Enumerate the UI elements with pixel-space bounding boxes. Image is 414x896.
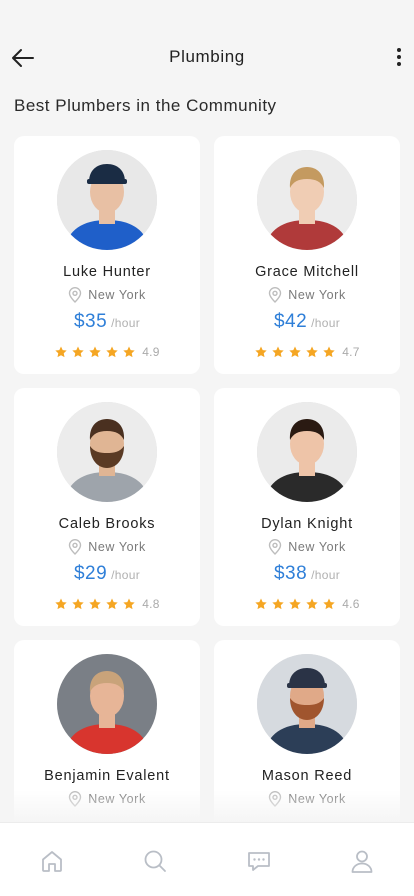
avatar	[257, 654, 357, 754]
star-icon	[89, 598, 101, 610]
rating: 4.7	[214, 345, 400, 359]
location-pin-icon	[268, 791, 282, 807]
location-label: New York	[288, 540, 346, 554]
portrait-image	[257, 402, 357, 502]
plumber-name: Grace Mitchell	[255, 264, 359, 280]
nav-profile[interactable]	[348, 847, 376, 875]
star-icon	[255, 346, 267, 358]
rating-score: 4.6	[342, 597, 360, 611]
price-amount: $29	[73, 563, 108, 584]
price-unit: /hour	[111, 316, 141, 330]
rating-score: 4.8	[142, 597, 160, 611]
plumber-name: Caleb Brooks	[58, 516, 156, 532]
rating: 4.6	[214, 597, 400, 611]
more-dot-icon	[397, 55, 401, 59]
location-pin-icon	[268, 287, 282, 303]
plumber-name: Dylan Knight	[261, 516, 353, 532]
location-pin-icon	[68, 539, 82, 555]
top-app-bar: Plumbing	[0, 0, 414, 90]
more-options-button[interactable]	[394, 45, 404, 69]
plumber-card[interactable]: Caleb Brooks New York $29/hour 4.8	[14, 388, 200, 626]
star-icon	[55, 598, 67, 610]
nav-home[interactable]	[38, 847, 66, 875]
portrait-image	[257, 150, 357, 250]
location-pin-icon	[68, 791, 82, 807]
portrait-image	[257, 654, 357, 754]
star-icon	[106, 346, 118, 358]
location: New York	[14, 791, 200, 807]
location: New York	[14, 539, 200, 555]
plumber-name: Mason Reed	[261, 768, 353, 784]
hourly-price: $29/hour	[14, 563, 200, 585]
price-unit: /hour	[111, 568, 141, 582]
price-unit: /hour	[311, 316, 341, 330]
more-dot-icon	[397, 48, 401, 52]
star-icon	[72, 598, 84, 610]
hourly-price: $35/hour	[14, 311, 200, 333]
home-icon	[41, 851, 62, 872]
star-icon	[255, 598, 267, 610]
star-icon	[72, 346, 84, 358]
location-label: New York	[88, 792, 146, 806]
more-dot-icon	[397, 62, 401, 66]
bottom-navigation	[0, 822, 414, 896]
star-icon	[106, 598, 118, 610]
star-icon	[289, 346, 301, 358]
plumber-card[interactable]: Grace Mitchell New York $42/hour 4.7	[214, 136, 400, 374]
rating-score: 4.9	[142, 345, 160, 359]
hourly-price: $38/hour	[214, 563, 400, 585]
page-title: Plumbing	[169, 47, 245, 66]
location-label: New York	[88, 540, 146, 554]
rating: 4.9	[14, 345, 200, 359]
price-amount: $42	[273, 311, 308, 332]
hourly-price: $42/hour	[214, 311, 400, 333]
section-title: Best Plumbers in the Community	[14, 96, 277, 115]
search-icon	[144, 850, 167, 872]
star-icon	[289, 598, 301, 610]
location: New York	[214, 287, 400, 303]
plumber-name: Benjamin Evalent	[44, 768, 170, 784]
star-icon	[89, 346, 101, 358]
star-icon	[323, 598, 335, 610]
star-icon	[323, 346, 335, 358]
portrait-image	[57, 654, 157, 754]
plumber-card[interactable]: Dylan Knight New York $38/hour 4.6	[214, 388, 400, 626]
avatar	[257, 150, 357, 250]
location: New York	[14, 287, 200, 303]
avatar	[57, 150, 157, 250]
portrait-image	[57, 402, 157, 502]
star-icon	[306, 346, 318, 358]
nav-search[interactable]	[141, 847, 169, 875]
location-label: New York	[88, 288, 146, 302]
avatar	[57, 402, 157, 502]
plumber-card[interactable]: Luke Hunter New York $35/hour 4.9	[14, 136, 200, 374]
star-icon	[306, 598, 318, 610]
avatar	[257, 402, 357, 502]
profile-icon	[351, 850, 373, 873]
rating: 4.8	[14, 597, 200, 611]
nav-messages[interactable]	[245, 847, 273, 875]
location: New York	[214, 539, 400, 555]
star-icon	[272, 346, 284, 358]
star-icon	[55, 346, 67, 358]
rating-score: 4.7	[342, 345, 360, 359]
star-icon	[123, 598, 135, 610]
price-amount: $38	[273, 563, 308, 584]
price-amount: $35	[73, 311, 108, 332]
location-label: New York	[288, 288, 346, 302]
portrait-image	[57, 150, 157, 250]
plumber-name: Luke Hunter	[63, 264, 151, 280]
avatar	[57, 654, 157, 754]
chat-icon	[247, 852, 270, 871]
star-icon	[123, 346, 135, 358]
star-icon	[272, 598, 284, 610]
location-pin-icon	[268, 539, 282, 555]
location-pin-icon	[68, 287, 82, 303]
location: New York	[214, 791, 400, 807]
price-unit: /hour	[311, 568, 341, 582]
location-label: New York	[288, 792, 346, 806]
